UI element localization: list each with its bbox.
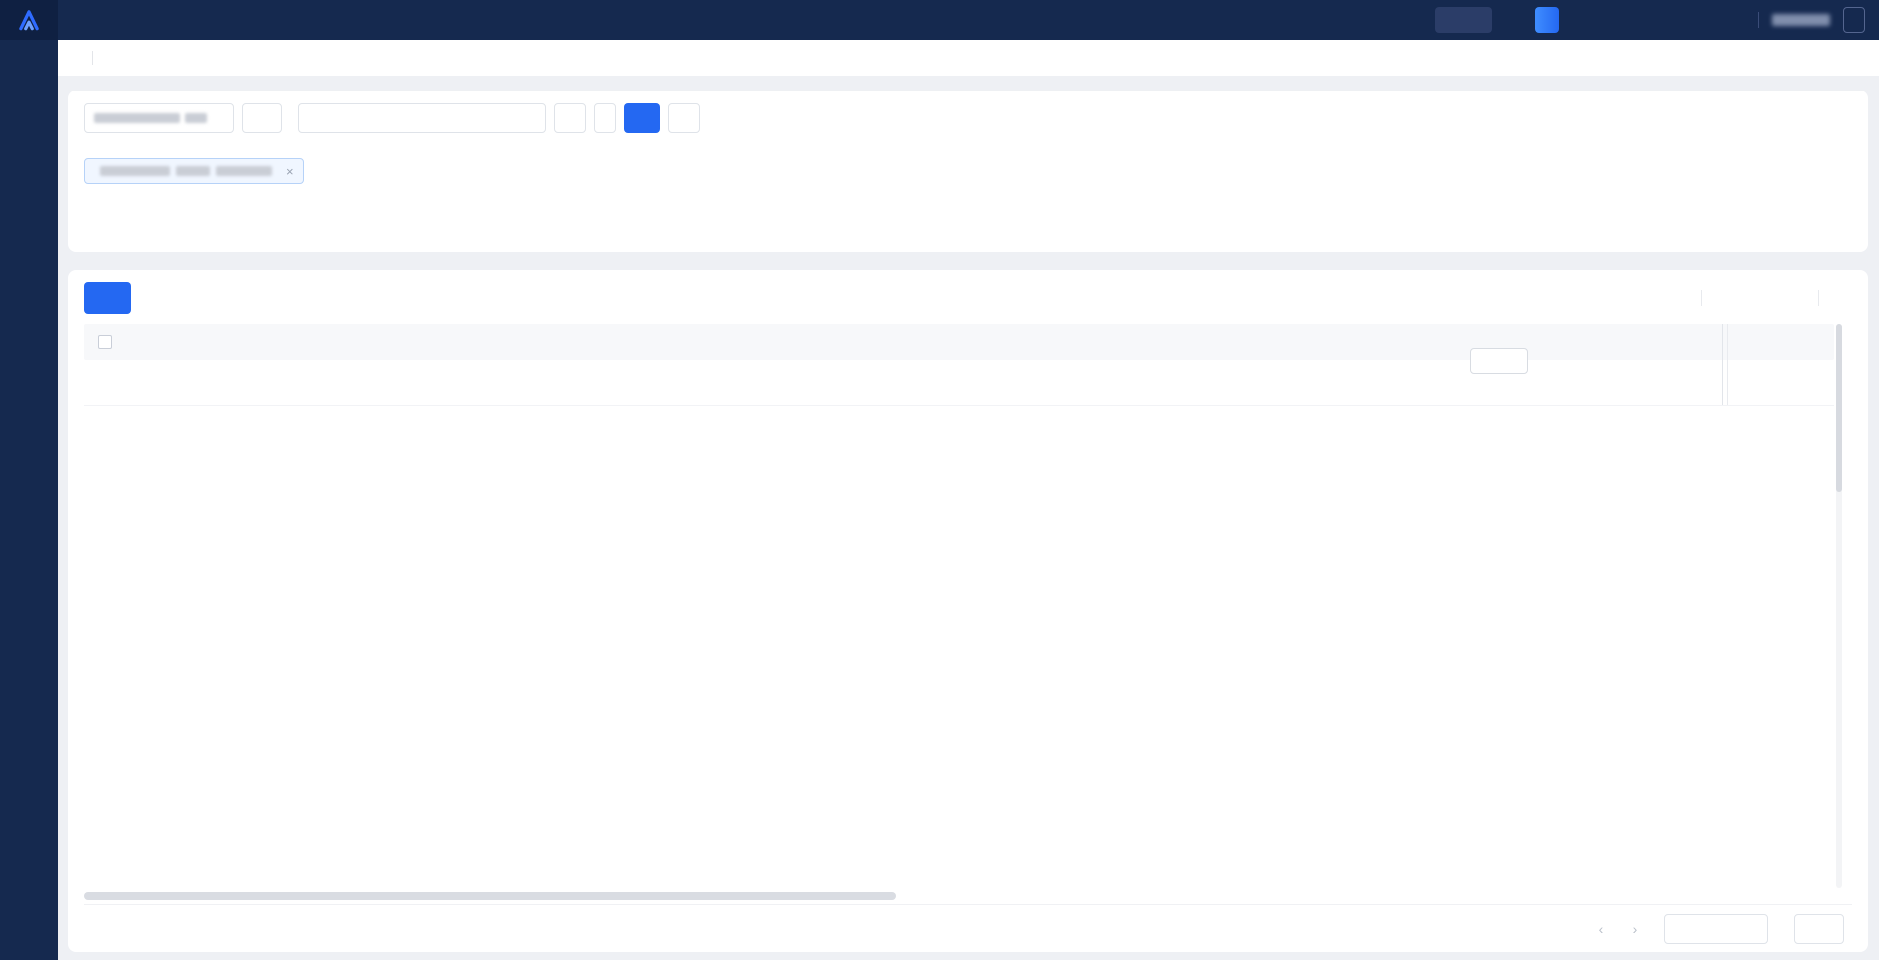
timezone-selector[interactable] [1505, 15, 1522, 26]
remove-tag-icon[interactable]: × [286, 164, 294, 179]
toolbar-right [1649, 290, 1852, 306]
store-filter-tag[interactable]: × [84, 158, 304, 184]
advanced-filter-button[interactable] [554, 103, 586, 133]
divider [1701, 290, 1702, 306]
plus-icon [97, 291, 112, 306]
horizontal-scrollbar [84, 892, 1852, 900]
sort-icon[interactable] [1599, 336, 1611, 348]
download-center-icon[interactable] [1603, 11, 1621, 29]
info-icon [1287, 336, 1300, 349]
goto-page [1786, 913, 1852, 944]
refresh-icon[interactable] [1719, 290, 1735, 306]
translate-icon[interactable] [321, 336, 334, 349]
marketplace-selector[interactable] [1435, 7, 1492, 33]
select-all-checkbox[interactable] [98, 335, 112, 349]
goto-page-input[interactable] [1794, 913, 1844, 944]
search-button[interactable] [624, 103, 660, 133]
logo-icon [19, 10, 39, 31]
keywords-table [84, 324, 1852, 888]
filter-card: × [68, 90, 1868, 252]
col-status [640, 336, 748, 349]
module-nav [58, 40, 1879, 76]
back-to-old-version-button[interactable] [1843, 7, 1865, 33]
redacted-store [185, 113, 207, 123]
redacted-tag-value [176, 166, 210, 176]
clear-filters-button[interactable] [668, 103, 700, 133]
fullscreen-icon[interactable] [1752, 290, 1768, 306]
sort-icon[interactable] [337, 336, 349, 348]
export-icon[interactable] [1836, 290, 1852, 306]
keyword-search-input[interactable] [333, 111, 545, 125]
ai-insight-button[interactable] [1535, 7, 1559, 33]
task-clipboard-icon[interactable] [1572, 11, 1590, 29]
notification-bell-icon[interactable] [1727, 11, 1745, 29]
sort-icon[interactable] [1303, 336, 1315, 348]
analysis-chart-icon[interactable] [1735, 375, 1750, 390]
marketplace-icon [1445, 13, 1459, 27]
table-header [84, 324, 1834, 374]
date-range-picker[interactable] [242, 103, 282, 133]
username-redacted [1772, 14, 1830, 26]
main-area: × ‹ › [58, 76, 1879, 960]
sort-icon[interactable] [665, 336, 677, 348]
sort-icon[interactable] [1260, 336, 1272, 348]
divider [1758, 12, 1759, 28]
report-update-dropdown[interactable] [1649, 292, 1667, 304]
active-filter-tags: × [84, 158, 1852, 184]
funnel-icon [563, 111, 578, 126]
redacted-tag-value [100, 166, 170, 176]
col-suggested-bid [1408, 324, 1590, 374]
sidebar [0, 40, 58, 960]
info-icon [649, 336, 662, 349]
caret-down-icon [1747, 923, 1758, 934]
col-analysis [1722, 324, 1834, 360]
add-keyword-button[interactable] [84, 282, 131, 314]
keyword-search-group [298, 103, 546, 133]
vertical-scrollbar [1836, 324, 1842, 888]
filter-template-button[interactable] [594, 103, 616, 133]
history-icon[interactable] [1634, 11, 1652, 29]
redacted-tag-value [216, 166, 272, 176]
col-target [312, 336, 508, 349]
table-toolbar [68, 270, 1868, 324]
mention-icon[interactable] [1785, 290, 1801, 306]
filter-row [84, 103, 1852, 133]
prev-page-button[interactable]: ‹ [1588, 916, 1614, 942]
col-match-type [1590, 336, 1664, 348]
search-icon [522, 111, 536, 125]
pagination: ‹ › [1588, 913, 1852, 944]
suggested-bid-daytype-select[interactable] [1470, 348, 1528, 374]
hscroll-thumb[interactable] [84, 892, 896, 900]
caret-down-icon [313, 113, 324, 124]
panel-tabs-bar [68, 90, 1868, 91]
info-icon [1535, 354, 1548, 367]
table-footer: ‹ › [84, 904, 1852, 952]
divider [1818, 290, 1819, 306]
table-card: ‹ › [68, 270, 1868, 952]
info-icon [1244, 336, 1257, 349]
redacted-store [94, 113, 180, 123]
col-baseline [1278, 336, 1408, 349]
caret-down-icon [1471, 15, 1482, 26]
next-page-button[interactable]: › [1622, 916, 1648, 942]
summary-row [84, 360, 1834, 406]
fuzzy-mode-select[interactable] [299, 113, 333, 124]
help-icon[interactable] [1665, 11, 1683, 29]
caret-down-icon [213, 112, 224, 124]
top-bar [0, 0, 1879, 40]
topbar-right [1435, 0, 1865, 40]
caret-down-icon [1511, 15, 1522, 26]
vscroll-thumb[interactable] [1836, 324, 1842, 492]
page-size-select[interactable] [1664, 913, 1768, 944]
caret-down-icon [1510, 356, 1520, 366]
search-icon [634, 110, 650, 126]
broom-icon [677, 111, 692, 126]
caret-down-icon [1655, 292, 1667, 304]
col-bid [1152, 336, 1278, 349]
application-icon[interactable] [1696, 11, 1714, 29]
divider [92, 51, 93, 65]
app-logo[interactable] [0, 0, 58, 40]
calendar-icon [258, 111, 272, 125]
store-select[interactable] [84, 103, 234, 133]
